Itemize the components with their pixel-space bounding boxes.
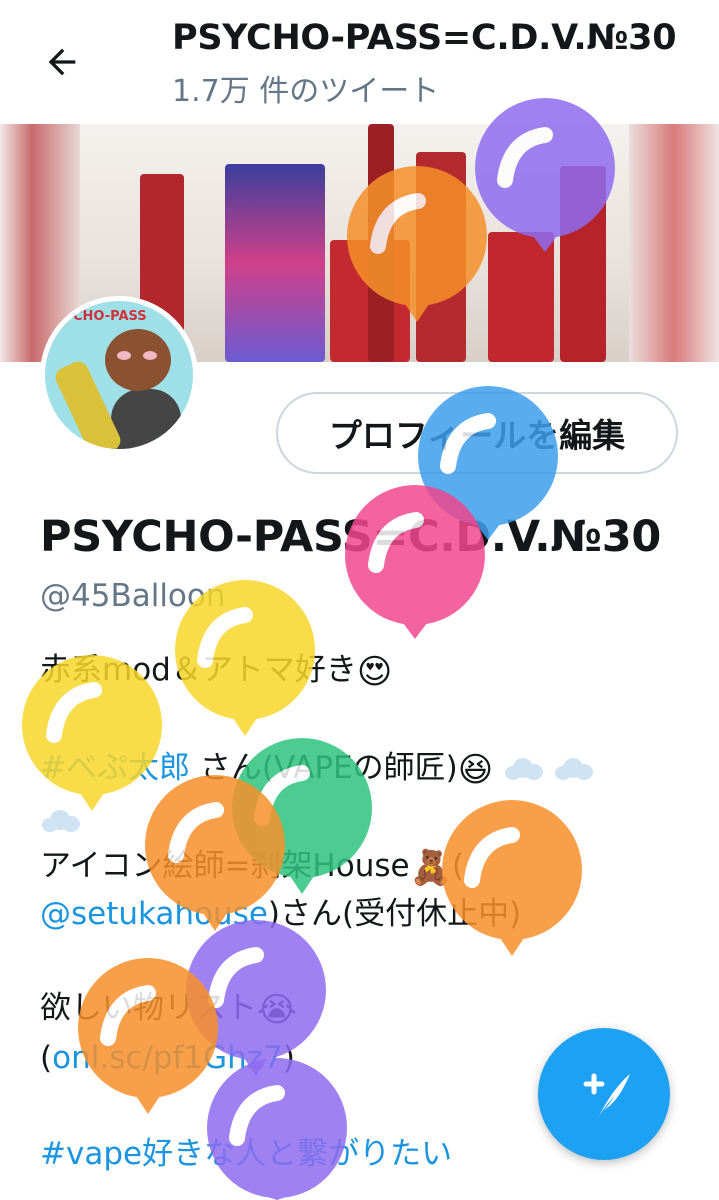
bio-text: さん(VAPEの師匠) — [199, 750, 458, 786]
url-link[interactable]: onl.sc/pf1Ghz7 — [52, 1040, 283, 1076]
avatar-body — [111, 389, 181, 449]
avatar-eye — [143, 351, 157, 360]
vape-device — [488, 232, 554, 362]
laughing-emoji: 😆 — [457, 749, 494, 790]
mention-link[interactable]: @setukahouse — [40, 896, 268, 932]
hashtag-link[interactable]: #べぷ太郎 — [40, 750, 190, 786]
profile-avatar[interactable]: CHO-PASS — [40, 296, 198, 454]
arrow-left-icon — [48, 48, 76, 76]
teddy-bear-emoji: 🧸 — [409, 847, 452, 888]
bio-line: #べぷ太郎 さん(VAPEの師匠)😆 — [40, 744, 680, 794]
balloon-icon — [345, 485, 485, 639]
vape-device — [368, 124, 394, 362]
vape-device — [225, 164, 325, 362]
bio-text: )さん(受付休止中) — [267, 896, 522, 932]
bio-line: 欲しい物リスト😭 — [40, 984, 680, 1034]
thought-cloud-icon — [553, 757, 593, 782]
compose-tweet-button[interactable] — [538, 1028, 670, 1160]
vape-device — [560, 166, 606, 362]
avatar-eye — [117, 351, 131, 360]
user-handle: @45Balloon — [40, 578, 226, 614]
bio-text: ( — [40, 1040, 53, 1076]
bio-line — [40, 796, 680, 844]
heart-eyes-emoji: 😍 — [356, 651, 393, 692]
tweet-count: 1.7万 件のツイート — [172, 74, 440, 109]
thought-cloud-icon — [503, 757, 544, 782]
bio-text: ( — [451, 848, 465, 884]
bio-line: 赤系mod＆アトマ好き😍 — [40, 646, 680, 696]
crying-emoji: 😭 — [257, 989, 297, 1030]
top-app-bar: PSYCHO-PASS=C.D.V.№30 1.7万 件のツイート — [0, 0, 719, 120]
back-button[interactable] — [38, 38, 86, 86]
edit-profile-button[interactable]: プロフィールを編集 — [276, 392, 678, 474]
thought-cloud-icon — [40, 809, 80, 834]
bio-line: @setukahouse)さん(受付休止中) — [40, 890, 680, 938]
hashtag-link[interactable]: #vape好きな人と繋がりたい — [40, 1136, 452, 1172]
display-name: PSYCHO-PASS=C.D.V.№30 — [40, 512, 661, 562]
avatar-ring-text: CHO-PASS — [73, 309, 147, 324]
bio-text: ) — [282, 1040, 295, 1076]
banner-blur-right — [629, 124, 719, 362]
bio-text: 欲しい物リスト — [40, 990, 257, 1026]
vape-device — [416, 152, 466, 362]
feather-plus-icon — [583, 1073, 630, 1118]
bio-line: アイコン絵師=刹架House🧸( — [40, 842, 680, 892]
avatar-face — [105, 329, 171, 391]
header-title: PSYCHO-PASS=C.D.V.№30 — [172, 18, 677, 58]
bio-text: アイコン絵師=刹架House — [40, 848, 410, 884]
bio-text: 赤系mod＆アトマ好き — [40, 652, 357, 688]
